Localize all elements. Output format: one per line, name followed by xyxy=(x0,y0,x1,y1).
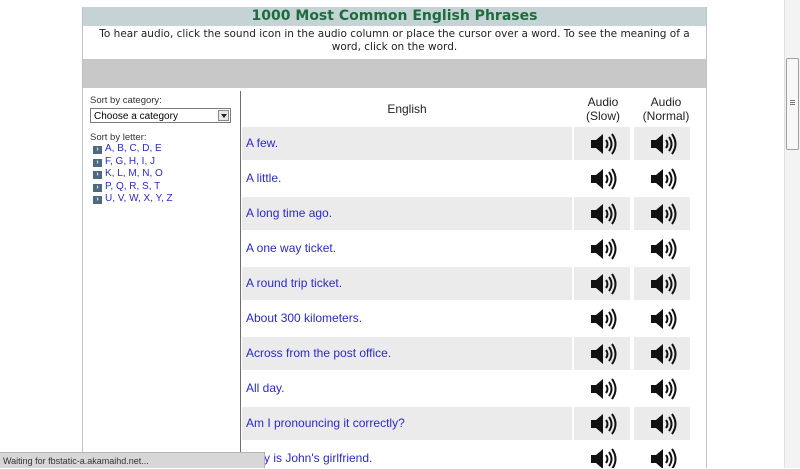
phrase-link[interactable]: Amy is John's girlfriend. xyxy=(242,442,572,468)
table-body: A few. A little. A long time ago. A one way… xyxy=(242,127,706,468)
phrase-link[interactable]: About 300 kilometers. xyxy=(242,302,572,335)
audio-slow-cell[interactable] xyxy=(574,232,630,265)
phrase-link[interactable]: Am I pronouncing it correctly? xyxy=(242,407,572,440)
audio-normal-cell[interactable] xyxy=(634,127,690,160)
phrase-table: English Audio (Slow) Audio (Normal) A fe… xyxy=(242,91,706,468)
speaker-icon[interactable] xyxy=(589,412,617,436)
speaker-icon[interactable] xyxy=(649,412,677,436)
speaker-icon[interactable] xyxy=(649,447,677,468)
vertical-scrollbar[interactable] xyxy=(784,0,800,468)
audio-normal-cell[interactable] xyxy=(634,302,690,335)
speaker-icon[interactable] xyxy=(649,342,677,366)
phrase-link[interactable]: A little. xyxy=(242,162,572,195)
phrase-link[interactable]: A few. xyxy=(242,127,572,160)
instructions-text: To hear audio, click the sound icon in t… xyxy=(99,28,690,53)
category-select-value: Choose a category xyxy=(94,111,178,122)
table-row: All day. xyxy=(242,372,706,407)
speaker-icon[interactable] xyxy=(649,237,677,261)
speaker-icon[interactable] xyxy=(649,307,677,331)
audio-normal-cell[interactable] xyxy=(634,162,690,195)
phrase-link[interactable]: A round trip ticket. xyxy=(242,267,572,300)
phrase-link[interactable]: All day. xyxy=(242,372,572,405)
speaker-icon[interactable] xyxy=(649,167,677,191)
letter-link[interactable]: › U, V, W, X, Y, Z xyxy=(93,193,173,206)
phrase-link[interactable]: Across from the post office. xyxy=(242,337,572,370)
category-label: Sort by category: xyxy=(90,95,162,106)
audio-slow-cell[interactable] xyxy=(574,407,630,440)
arrow-bullet-icon: › xyxy=(93,171,102,179)
letter-link[interactable]: › F, G, H, I, J xyxy=(93,156,173,169)
audio-slow-cell[interactable] xyxy=(574,302,630,335)
column-header-audio-slow: Audio (Slow) xyxy=(585,95,620,123)
speaker-icon[interactable] xyxy=(589,272,617,296)
audio-slow-cell[interactable] xyxy=(574,267,630,300)
audio-slow-cell[interactable] xyxy=(574,372,630,405)
speaker-icon[interactable] xyxy=(649,377,677,401)
sidebar: Sort by category: Choose a category Sort… xyxy=(83,91,241,468)
table-row: About 300 kilometers. xyxy=(242,302,706,337)
speaker-icon[interactable] xyxy=(589,447,617,468)
page-frame: 1000 Most Common English Phrases To hear… xyxy=(82,7,707,468)
table-row: Across from the post office. xyxy=(242,337,706,372)
column-header-audio-normal: Audio (Normal) xyxy=(642,95,690,123)
table-row: A one way ticket. xyxy=(242,232,706,267)
letter-link[interactable]: › A, B, C, D, E xyxy=(93,143,173,156)
speaker-icon[interactable] xyxy=(589,307,617,331)
speaker-icon[interactable] xyxy=(589,342,617,366)
column-header-english: English xyxy=(387,102,427,116)
letter-link[interactable]: › K, L, M, N, O xyxy=(93,168,173,181)
table-row: Am I pronouncing it correctly? xyxy=(242,407,706,442)
audio-slow-cell[interactable] xyxy=(574,337,630,370)
arrow-bullet-icon: › xyxy=(93,158,102,167)
table-row: A few. xyxy=(242,127,706,162)
letter-list: › A, B, C, D, E › F, G, H, I, J › K, L, M, … xyxy=(93,143,173,206)
speaker-icon[interactable] xyxy=(649,132,677,156)
arrow-bullet-icon: › xyxy=(93,196,102,204)
speaker-icon[interactable] xyxy=(649,272,677,296)
audio-slow-cell[interactable] xyxy=(574,127,630,160)
audio-normal-cell[interactable] xyxy=(634,337,690,370)
table-row: A long time ago. xyxy=(242,197,706,232)
table-row: A round trip ticket. xyxy=(242,267,706,302)
audio-normal-cell[interactable] xyxy=(634,197,690,230)
audio-slow-cell[interactable] xyxy=(574,162,630,195)
audio-normal-cell[interactable] xyxy=(634,407,690,440)
audio-slow-cell[interactable] xyxy=(574,197,630,230)
speaker-icon[interactable] xyxy=(589,202,617,226)
category-select[interactable]: Choose a category xyxy=(90,108,231,123)
phrase-link[interactable]: A long time ago. xyxy=(242,197,572,230)
letter-label: Sort by letter: xyxy=(90,132,147,143)
speaker-icon[interactable] xyxy=(649,202,677,226)
audio-slow-cell[interactable] xyxy=(574,442,630,468)
speaker-icon[interactable] xyxy=(589,167,617,191)
speaker-icon[interactable] xyxy=(589,377,617,401)
phrase-link[interactable]: A one way ticket. xyxy=(242,232,572,265)
page-title: 1000 Most Common English Phrases xyxy=(83,7,706,26)
status-bar: Waiting for fbstatic-a.akamaihd.net... xyxy=(0,452,265,468)
table-row: Amy is John's girlfriend. xyxy=(242,442,706,468)
speaker-icon[interactable] xyxy=(589,237,617,261)
chevron-down-icon[interactable] xyxy=(218,110,229,121)
speaker-icon[interactable] xyxy=(589,132,617,156)
arrow-bullet-icon: › xyxy=(93,146,102,154)
arrow-bullet-icon: › xyxy=(93,183,102,192)
audio-normal-cell[interactable] xyxy=(634,267,690,300)
table-row: A little. xyxy=(242,162,706,197)
audio-normal-cell[interactable] xyxy=(634,372,690,405)
banner-band xyxy=(83,59,706,88)
audio-normal-cell[interactable] xyxy=(634,232,690,265)
audio-normal-cell[interactable] xyxy=(634,442,690,468)
content-area: Sort by category: Choose a category Sort… xyxy=(83,91,706,468)
scrollbar-thumb[interactable] xyxy=(786,58,799,150)
letter-link[interactable]: › P, Q, R, S, T xyxy=(93,181,173,194)
